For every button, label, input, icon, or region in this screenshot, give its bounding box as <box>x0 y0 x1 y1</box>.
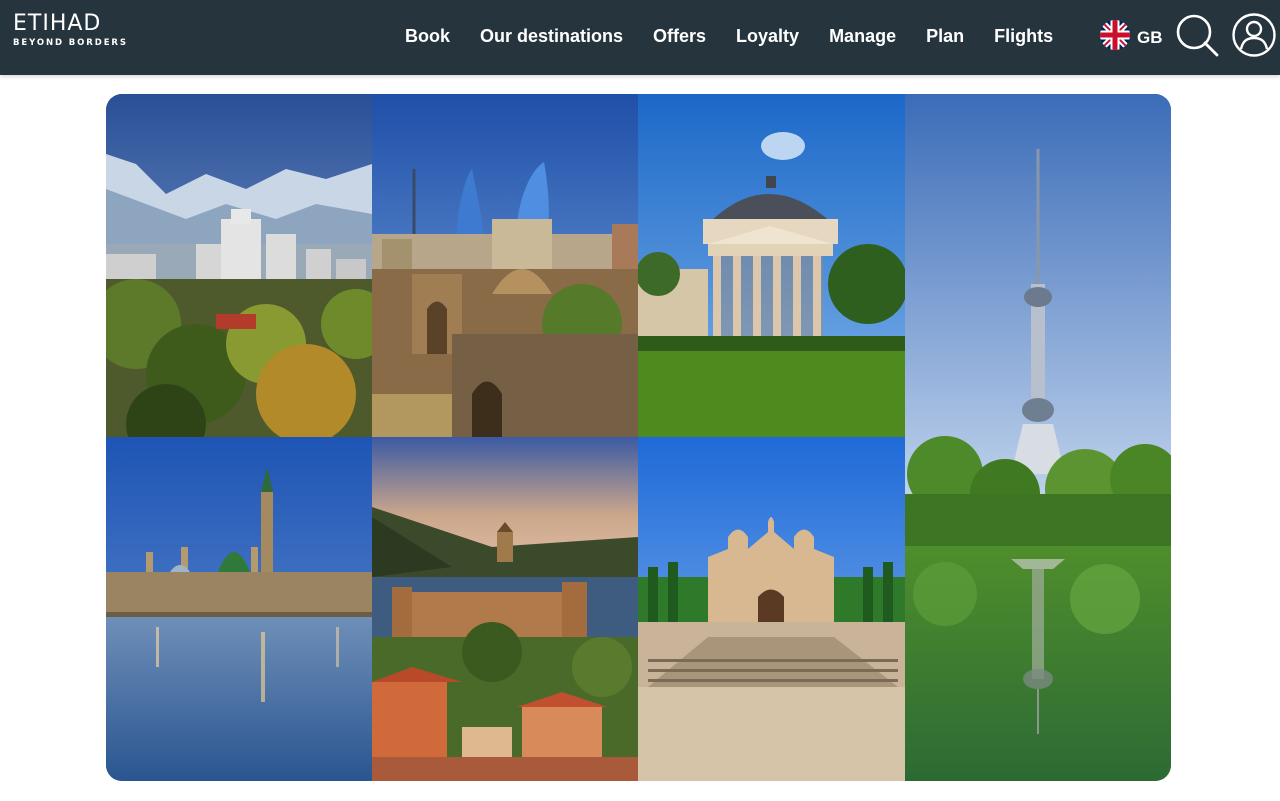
nav-item-offers[interactable]: Offers <box>638 23 721 49</box>
uk-flag-icon <box>1100 20 1130 55</box>
photo-flame-towers-old-city <box>372 94 638 437</box>
logo-tagline: BEYOND BORDERS <box>13 38 128 48</box>
nav-item-manage[interactable]: Manage <box>814 23 911 49</box>
nav-item-book[interactable]: Book <box>390 23 465 49</box>
search-icon <box>1176 14 1219 57</box>
top-navigation-bar: ETIHAD BEYOND BORDERS Book Our destinati… <box>0 0 1280 75</box>
search-button[interactable] <box>1174 12 1220 58</box>
photo-cathedral-stairs <box>638 437 905 781</box>
nav-item-loyalty[interactable]: Loyalty <box>721 23 814 49</box>
language-code: GB <box>1137 27 1163 47</box>
user-profile-icon <box>1232 13 1276 57</box>
destinations-photo-collage <box>106 94 1171 781</box>
nav-item-plan[interactable]: Plan <box>911 23 979 49</box>
language-selector[interactable]: GB <box>1100 20 1163 55</box>
profile-button[interactable] <box>1231 12 1277 58</box>
photo-mountain-city <box>106 94 372 437</box>
etihad-logo[interactable]: ETIHAD BEYOND BORDERS <box>13 11 128 49</box>
nav-item-flights[interactable]: Flights <box>979 23 1068 49</box>
photo-athenaeum-building <box>638 94 905 437</box>
nav-item-our-destinations[interactable]: Our destinations <box>465 23 638 49</box>
photo-mosque-minarets <box>106 437 372 781</box>
photo-fortress-old-town <box>372 437 638 781</box>
main-nav: Book Our destinations Offers Loyalty Man… <box>390 23 1068 49</box>
logo-wordmark: ETIHAD <box>13 11 102 36</box>
photo-tv-tower-lake <box>905 94 1171 781</box>
